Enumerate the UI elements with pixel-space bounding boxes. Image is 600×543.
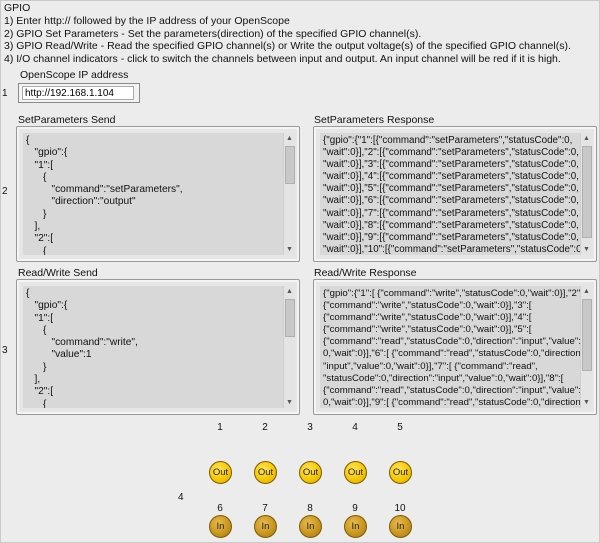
setparameters-send-scrollbar[interactable]: ▲ ▼ <box>283 133 295 255</box>
setparameters-send-label: SetParameters Send <box>18 114 116 126</box>
instruction-line-3: 3) GPIO Read/Write - Read the specified … <box>4 40 571 53</box>
readwrite-response-textarea[interactable]: {"gpio":{"1":[ {"command":"write","statu… <box>320 286 580 408</box>
instruction-line-4: 4) I/O channel indicators - click to swi… <box>4 53 561 66</box>
setparameters-response-scrollbar[interactable]: ▲ ▼ <box>580 133 592 255</box>
step-number-2: 2 <box>2 186 8 197</box>
channel-8-toggle[interactable]: In <box>299 515 322 538</box>
ip-address-label: OpenScope IP address <box>20 69 129 81</box>
channel-6-toggle[interactable]: In <box>209 515 232 538</box>
scroll-thumb[interactable] <box>582 299 592 371</box>
channel-2-toggle[interactable]: Out <box>254 461 277 484</box>
scroll-up-icon[interactable]: ▲ <box>284 133 295 144</box>
channel-number-1: 1 <box>217 422 223 433</box>
channel-1-toggle[interactable]: Out <box>209 461 232 484</box>
setparameters-send-textarea[interactable]: { "gpio":{ "1":[ { "command":"setParamet… <box>23 133 283 255</box>
channel-number-9: 9 <box>352 503 358 514</box>
readwrite-send-label: Read/Write Send <box>18 267 98 279</box>
setparameters-response-label: SetParameters Response <box>314 114 435 126</box>
channel-number-6: 6 <box>217 503 223 514</box>
step-number-3: 3 <box>2 345 8 356</box>
readwrite-response-label: Read/Write Response <box>314 267 417 279</box>
setparameters-response-panel: {"gpio":{"1":[{"command":"setParameters"… <box>313 126 597 262</box>
channel-4-toggle[interactable]: Out <box>344 461 367 484</box>
ip-address-input[interactable] <box>22 86 134 100</box>
channel-10-toggle[interactable]: In <box>389 515 412 538</box>
readwrite-response-panel: {"gpio":{"1":[ {"command":"write","statu… <box>313 279 597 415</box>
setparameters-send-panel: { "gpio":{ "1":[ { "command":"setParamet… <box>16 126 300 262</box>
channel-3-toggle[interactable]: Out <box>299 461 322 484</box>
channel-number-5: 5 <box>397 422 403 433</box>
readwrite-send-panel: { "gpio":{ "1":[ { "command":"write", "v… <box>16 279 300 415</box>
readwrite-response-scrollbar[interactable]: ▲ ▼ <box>580 286 592 408</box>
page-title: GPIO <box>4 2 31 14</box>
channel-number-7: 7 <box>262 503 268 514</box>
scroll-thumb[interactable] <box>285 299 295 337</box>
instruction-line-2: 2) GPIO Set Parameters - Set the paramet… <box>4 27 422 40</box>
channel-number-8: 8 <box>307 503 313 514</box>
channel-number-2: 2 <box>262 422 268 433</box>
channel-9-toggle[interactable]: In <box>344 515 367 538</box>
scroll-down-icon[interactable]: ▼ <box>284 244 295 255</box>
scroll-down-icon[interactable]: ▼ <box>284 397 295 408</box>
setparameters-response-textarea[interactable]: {"gpio":{"1":[{"command":"setParameters"… <box>320 133 580 255</box>
scroll-down-icon[interactable]: ▼ <box>581 397 592 408</box>
scroll-thumb[interactable] <box>582 146 592 238</box>
step-number-1: 1 <box>2 88 8 99</box>
readwrite-send-scrollbar[interactable]: ▲ ▼ <box>283 286 295 408</box>
channel-number-4: 4 <box>352 422 358 433</box>
channel-number-3: 3 <box>307 422 313 433</box>
scroll-up-icon[interactable]: ▲ <box>284 286 295 297</box>
channel-number-10: 10 <box>394 503 406 514</box>
channel-7-toggle[interactable]: In <box>254 515 277 538</box>
ip-address-control <box>18 83 140 103</box>
readwrite-send-textarea[interactable]: { "gpio":{ "1":[ { "command":"write", "v… <box>23 286 283 408</box>
instructions-block: GPIO 1) Enter http:// followed by the IP… <box>4 2 571 66</box>
scroll-down-icon[interactable]: ▼ <box>581 244 592 255</box>
scroll-up-icon[interactable]: ▲ <box>581 133 592 144</box>
channel-5-toggle[interactable]: Out <box>389 461 412 484</box>
instruction-line-1: 1) Enter http:// followed by the IP addr… <box>4 14 290 27</box>
scroll-thumb[interactable] <box>285 146 295 184</box>
step-number-4: 4 <box>178 492 184 503</box>
scroll-up-icon[interactable]: ▲ <box>581 286 592 297</box>
